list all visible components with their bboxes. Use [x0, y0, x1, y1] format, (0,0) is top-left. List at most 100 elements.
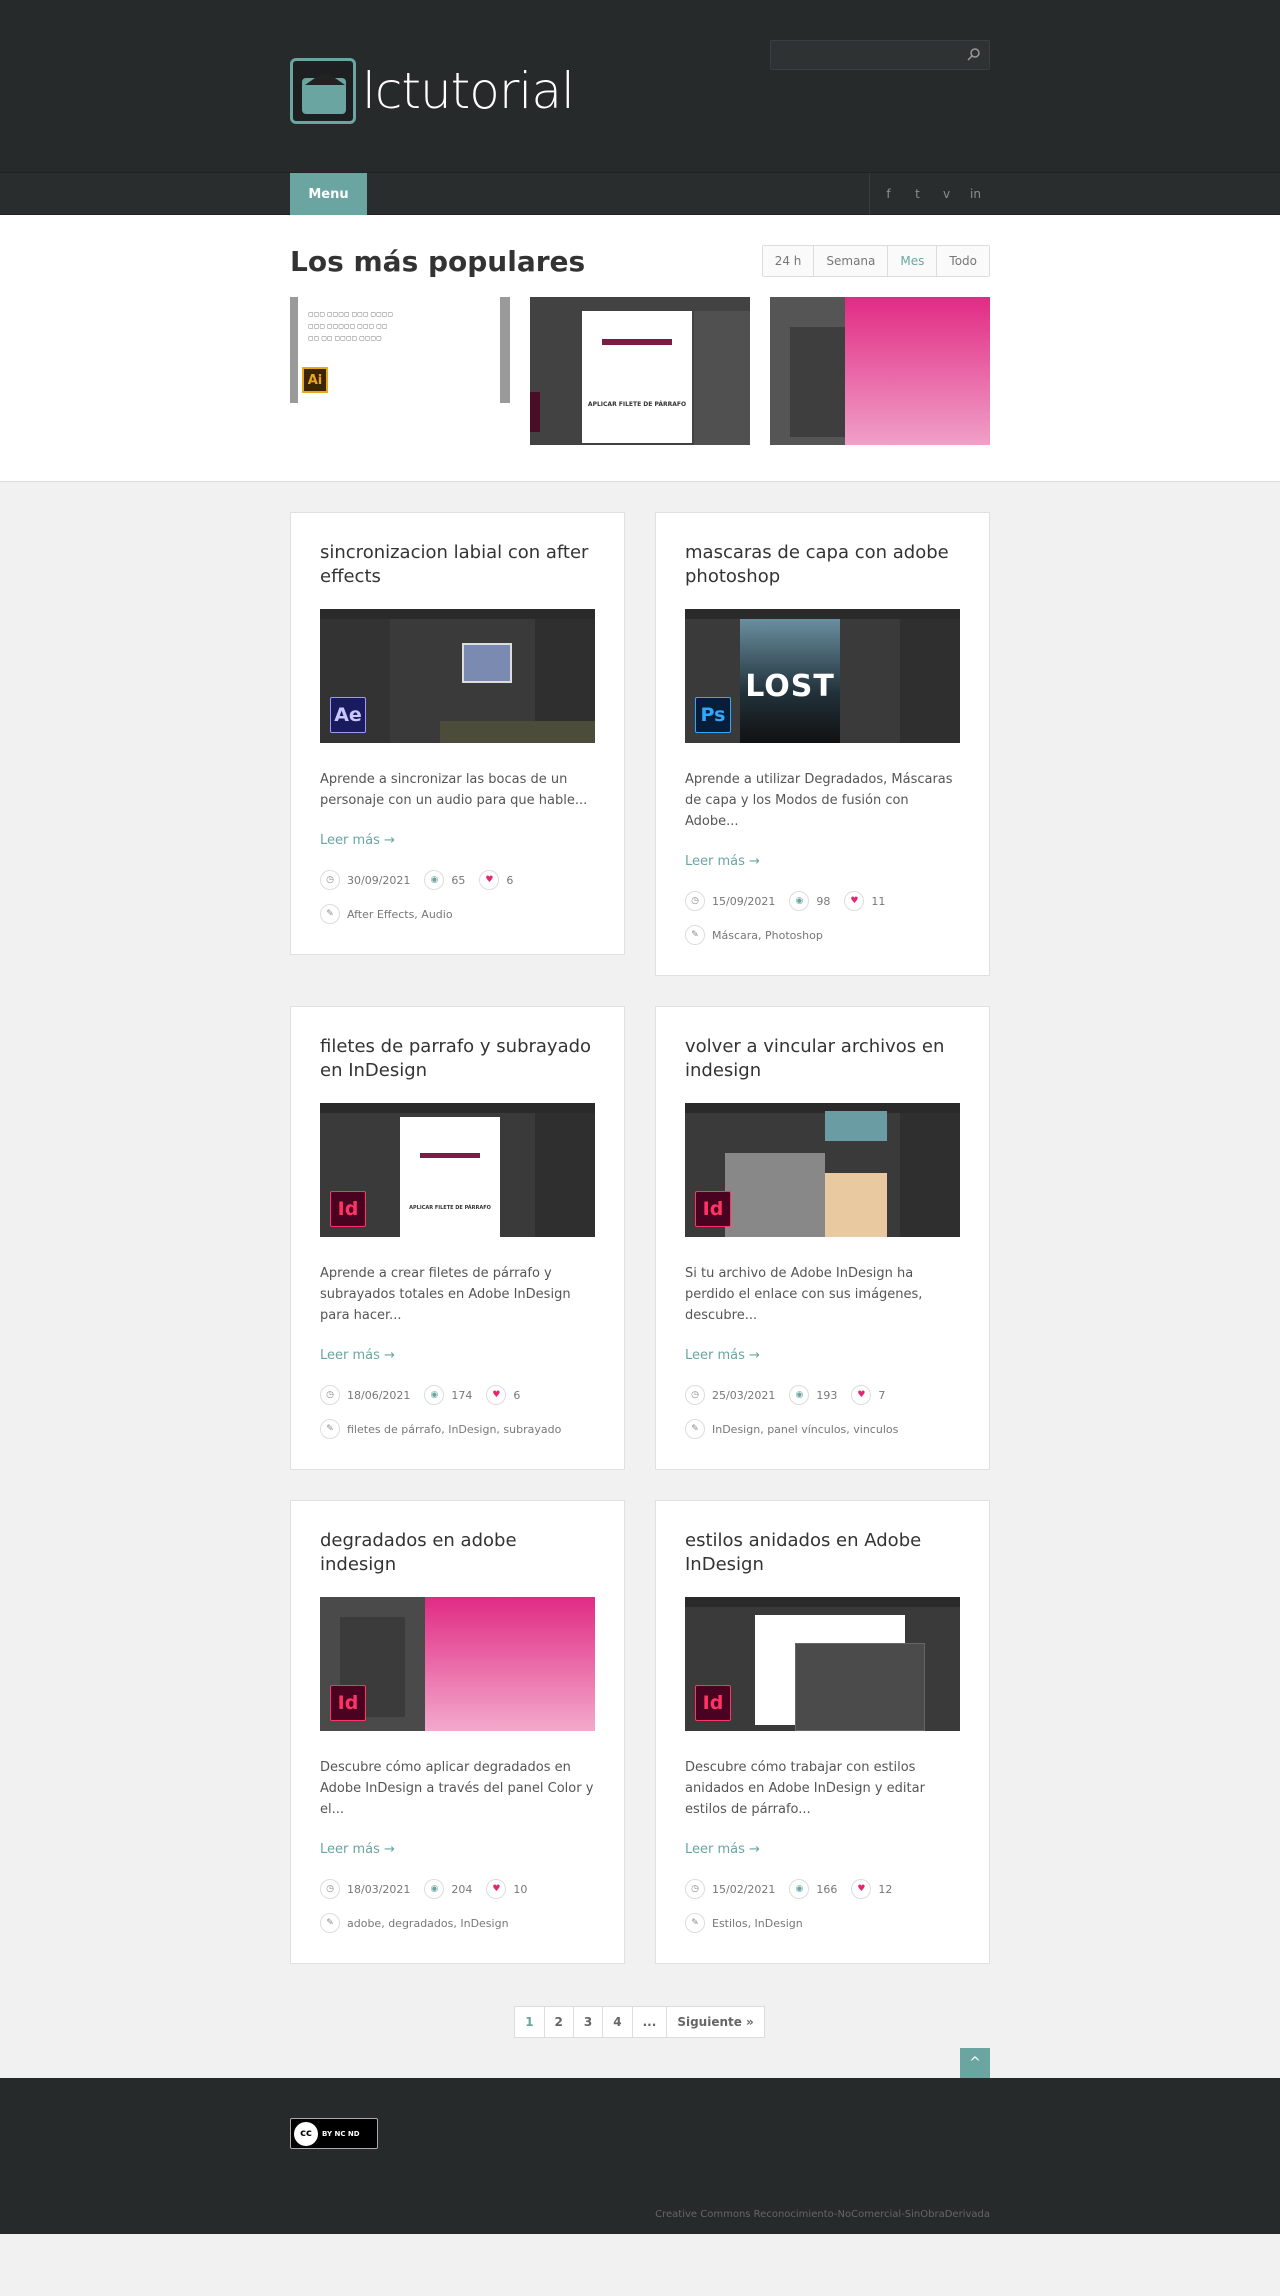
search-box	[770, 40, 990, 70]
post-tags[interactable]: Máscara, Photoshop	[712, 929, 823, 942]
post-thumbnail[interactable]: Id	[685, 1597, 960, 1731]
tab-24h[interactable]: 24 h	[762, 246, 814, 276]
cc-icon: cc	[294, 2121, 318, 2146]
popular-section: Los más populares 24 h Semana Mes Todo ▢…	[0, 215, 1280, 482]
eye-icon: ◉	[424, 1879, 445, 1899]
tag-icon: ✎	[320, 1419, 340, 1439]
post-date: 25/03/2021	[712, 1388, 776, 1402]
vimeo-icon[interactable]: v	[932, 173, 961, 215]
post-title[interactable]: filetes de parrafo y subrayado en InDesi…	[320, 1035, 595, 1083]
post-thumbnail[interactable]: Id	[320, 1597, 595, 1731]
indesign-icon: Id	[330, 1685, 366, 1721]
post-card: sincronizacion labial con after effects …	[290, 512, 625, 955]
heart-icon[interactable]: ♥	[851, 1879, 872, 1899]
social-links: f t v in	[869, 173, 990, 215]
license-link[interactable]: Creative Commons Reconocimiento-NoComerc…	[655, 2209, 990, 2220]
post-title[interactable]: volver a vincular archivos en indesign	[685, 1035, 960, 1083]
tag-icon: ✎	[685, 1913, 705, 1933]
post-thumbnail[interactable]: Ae	[320, 609, 595, 743]
post-likes: 7	[878, 1388, 886, 1402]
facebook-icon[interactable]: f	[874, 173, 903, 215]
read-more-link[interactable]: Leer más →	[320, 833, 595, 848]
tab-todo[interactable]: Todo	[936, 246, 989, 276]
eye-icon: ◉	[789, 891, 810, 911]
popular-tabs: 24 h Semana Mes Todo	[761, 245, 990, 277]
post-card: filetes de parrafo y subrayado en InDesi…	[290, 1006, 625, 1470]
page-ellipsis: ...	[631, 2006, 668, 2038]
heart-icon[interactable]: ♥	[479, 870, 500, 890]
indesign-icon: Id	[330, 1191, 366, 1227]
read-more-link[interactable]: Leer más →	[685, 1842, 960, 1857]
page-2[interactable]: 2	[543, 2006, 574, 2038]
post-thumbnail[interactable]: Id	[685, 1103, 960, 1237]
twitter-icon[interactable]: t	[903, 173, 932, 215]
post-views: 193	[816, 1388, 838, 1402]
popular-thumb[interactable]	[770, 297, 990, 445]
menu-button[interactable]: Menu	[290, 173, 367, 215]
site-footer: ^ cc BY NC ND Creative Commons Reconocim…	[0, 2048, 1280, 2234]
heart-icon[interactable]: ♥	[486, 1385, 507, 1405]
post-excerpt: Descubre cómo aplicar degradados en Adob…	[320, 1760, 594, 1817]
heart-icon[interactable]: ♥	[486, 1879, 507, 1899]
page-1[interactable]: 1	[514, 2006, 545, 2038]
post-tags[interactable]: filetes de párrafo, InDesign, subrayado	[347, 1423, 561, 1436]
tag-icon: ✎	[685, 1419, 705, 1439]
main-nav: Menu f t v in	[0, 172, 1280, 215]
eye-icon: ◉	[424, 1385, 445, 1405]
search-input[interactable]	[771, 41, 961, 69]
linkedin-icon[interactable]: in	[961, 173, 990, 215]
after-effects-icon: Ae	[330, 697, 366, 733]
popular-thumb[interactable]: ▢▢▢ ▢▢▢▢ ▢▢▢ ▢▢▢▢ ▢▢▢ ▢▢▢▢▢ ▢▢▢ ▢▢ ▢▢ ▢▢ ▢…	[290, 297, 510, 403]
clock-icon: ◷	[685, 1385, 705, 1405]
post-thumbnail[interactable]: APLICAR FILETE DE PÁRRAFO Id	[320, 1103, 595, 1237]
post-meta: ◷ 25/03/2021 ◉ 193 ♥ 7	[685, 1385, 960, 1405]
post-thumbnail[interactable]: LOST Ps	[685, 609, 960, 743]
post-title[interactable]: estilos anidados en Adobe InDesign	[685, 1529, 960, 1577]
post-date: 15/09/2021	[712, 894, 776, 908]
back-to-top-button[interactable]: ^	[960, 2048, 990, 2078]
post-title[interactable]: degradados en adobe indesign	[320, 1529, 595, 1577]
site-header: lctutorial	[0, 0, 1280, 172]
post-tags[interactable]: InDesign, panel vínculos, vinculos	[712, 1423, 898, 1436]
post-tags[interactable]: adobe, degradados, InDesign	[347, 1917, 509, 1930]
page-4[interactable]: 4	[602, 2006, 633, 2038]
creative-commons-badge[interactable]: cc BY NC ND	[290, 2118, 378, 2149]
heart-icon[interactable]: ♥	[851, 1385, 872, 1405]
read-more-link[interactable]: Leer más →	[685, 854, 960, 869]
tab-semana[interactable]: Semana	[813, 246, 888, 276]
post-date: 18/03/2021	[347, 1882, 411, 1896]
next-page-button[interactable]: Siguiente »	[666, 2006, 765, 2038]
post-excerpt: Aprende a crear filetes de párrafo y sub…	[320, 1266, 571, 1323]
post-tags[interactable]: After Effects, Audio	[347, 908, 453, 921]
post-meta: ◷ 15/09/2021 ◉ 98 ♥ 11	[685, 891, 960, 911]
post-meta: ◷ 18/03/2021 ◉ 204 ♥ 10	[320, 1879, 595, 1899]
post-excerpt: Descubre cómo trabajar con estilos anida…	[685, 1760, 925, 1817]
post-views: 65	[451, 873, 466, 887]
read-more-link[interactable]: Leer más →	[320, 1842, 595, 1857]
heart-icon[interactable]: ♥	[844, 891, 865, 911]
popular-thumb[interactable]: APLICAR FILETE DE PÁRRAFO	[530, 297, 750, 445]
clock-icon: ◷	[320, 870, 340, 890]
post-excerpt: Aprende a utilizar Degradados, Máscaras …	[685, 772, 953, 829]
post-title[interactable]: mascaras de capa con adobe photoshop	[685, 541, 960, 589]
post-title[interactable]: sincronizacion labial con after effects	[320, 541, 595, 589]
post-card: estilos anidados en Adobe InDesign Id De…	[655, 1500, 990, 1964]
tab-mes[interactable]: Mes	[887, 246, 937, 276]
read-more-link[interactable]: Leer más →	[685, 1348, 960, 1363]
eye-icon: ◉	[789, 1879, 810, 1899]
logo-icon	[290, 58, 356, 124]
photoshop-icon: Ps	[695, 697, 731, 733]
post-likes: 6	[506, 873, 514, 887]
clock-icon: ◷	[685, 1879, 705, 1899]
page-3[interactable]: 3	[572, 2006, 604, 2038]
pagination: 1 2 3 4 ... Siguiente »	[290, 2006, 990, 2038]
read-more-link[interactable]: Leer más →	[320, 1348, 595, 1363]
tag-icon: ✎	[685, 925, 705, 945]
cc-terms: BY NC ND	[322, 2129, 360, 2138]
post-likes: 6	[513, 1388, 521, 1402]
post-tags[interactable]: Estilos, InDesign	[712, 1917, 803, 1930]
site-logo[interactable]: lctutorial	[290, 58, 575, 124]
search-icon[interactable]	[967, 47, 981, 61]
poster-text: LOST	[745, 669, 835, 704]
clock-icon: ◷	[320, 1385, 340, 1405]
